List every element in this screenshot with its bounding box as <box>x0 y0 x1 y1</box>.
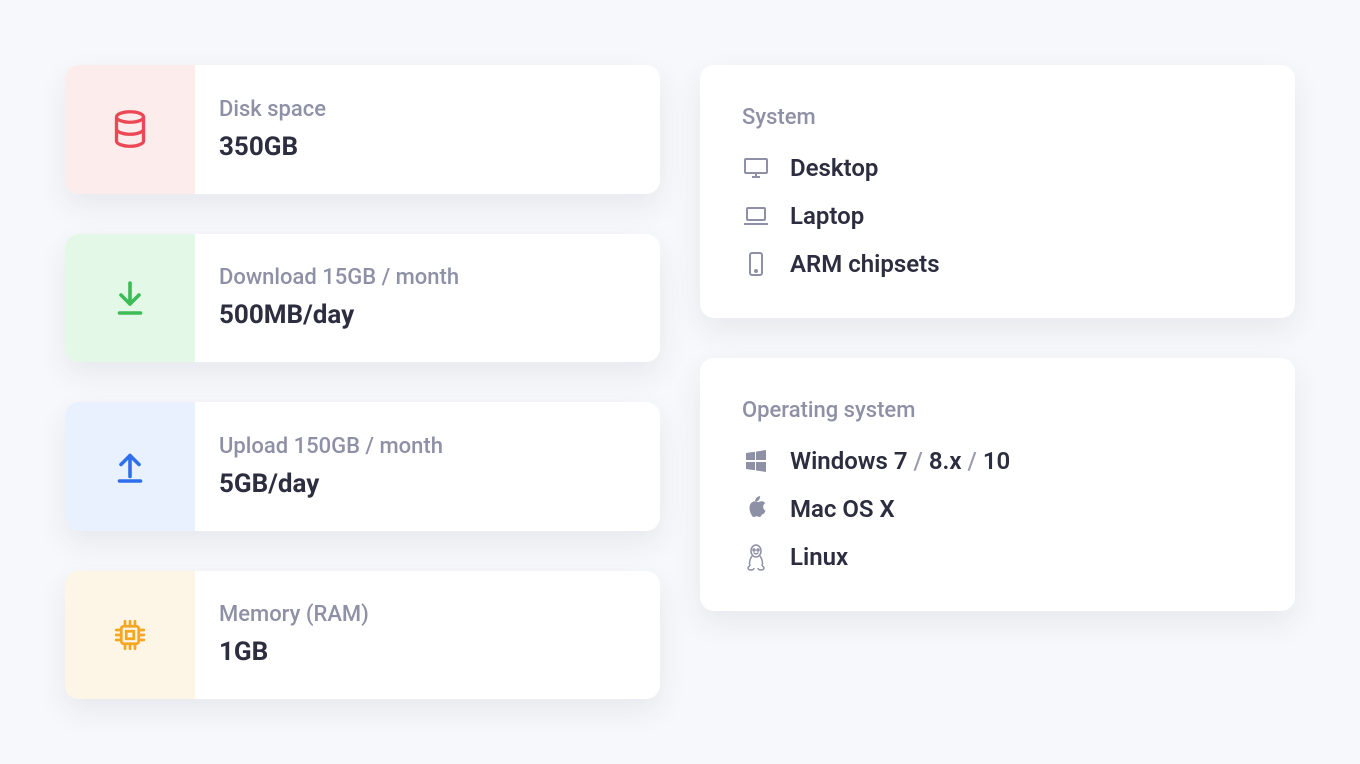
database-icon <box>112 109 148 149</box>
system-item-laptop: Laptop <box>742 202 1253 230</box>
system-item-arm: ARM chipsets <box>742 250 1253 278</box>
system-item-desktop: Desktop <box>742 154 1253 182</box>
stat-card-memory: Memory (RAM) 1GB <box>65 571 660 700</box>
upload-icon <box>112 446 148 486</box>
system-item-label: Laptop <box>790 202 864 230</box>
os-card: Operating system Windows 7 / 8.x / 10 Ma… <box>700 358 1295 611</box>
desktop-icon <box>742 154 770 182</box>
stat-label: Disk space <box>219 97 326 122</box>
os-item-windows: Windows 7 / 8.x / 10 <box>742 447 1253 475</box>
system-card: System Desktop Laptop <box>700 65 1295 318</box>
os-item-label: Windows 7 / 8.x / 10 <box>790 447 1010 475</box>
stat-card-disk: Disk space 350GB <box>65 65 660 194</box>
laptop-icon <box>742 202 770 230</box>
system-item-label: Desktop <box>790 154 878 182</box>
os-item-label: Mac OS X <box>790 495 895 523</box>
os-item-linux: Linux <box>742 543 1253 571</box>
upload-icon-box <box>65 402 195 531</box>
stat-label: Memory (RAM) <box>219 602 369 627</box>
stat-value: 1GB <box>219 637 369 667</box>
disk-icon-box <box>65 65 195 194</box>
stat-value: 350GB <box>219 132 326 162</box>
stats-column: Disk space 350GB Download 15GB / month 5… <box>65 65 660 699</box>
stat-value: 5GB/day <box>219 469 443 499</box>
stat-card-upload: Upload 150GB / month 5GB/day <box>65 402 660 531</box>
windows-icon <box>742 447 770 475</box>
os-item-mac: Mac OS X <box>742 495 1253 523</box>
download-icon-box <box>65 234 195 363</box>
memory-icon-box <box>65 571 195 700</box>
cpu-icon <box>110 615 150 655</box>
stat-label: Download 15GB / month <box>219 265 459 290</box>
stat-value: 500MB/day <box>219 300 459 330</box>
linux-icon <box>742 543 770 571</box>
system-card-title: System <box>742 105 1253 130</box>
info-column: System Desktop Laptop <box>700 65 1295 699</box>
stat-card-download: Download 15GB / month 500MB/day <box>65 234 660 363</box>
stat-label: Upload 150GB / month <box>219 434 443 459</box>
os-card-title: Operating system <box>742 398 1253 423</box>
system-item-label: ARM chipsets <box>790 250 940 278</box>
apple-icon <box>742 495 770 523</box>
download-icon <box>112 278 148 318</box>
mobile-icon <box>742 250 770 278</box>
os-item-label: Linux <box>790 543 848 571</box>
